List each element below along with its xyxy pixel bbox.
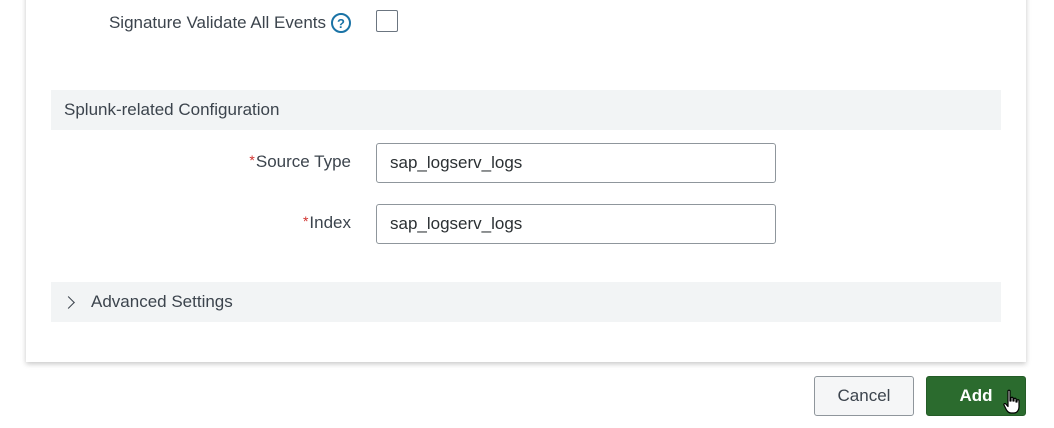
index-label-group: *Index (303, 213, 351, 233)
add-button[interactable]: Add (926, 376, 1026, 416)
source-type-row: *Source Type (26, 143, 1026, 183)
signature-validate-label-group: Signature Validate All Events ? (109, 13, 351, 33)
splunk-config-section-title: Splunk-related Configuration (64, 100, 280, 119)
advanced-settings-title: Advanced Settings (91, 292, 233, 311)
source-type-input[interactable] (376, 143, 776, 183)
form-panel: Signature Validate All Events ? Splunk-r… (26, 0, 1026, 362)
chevron-right-icon (62, 295, 75, 309)
index-label: Index (309, 213, 351, 232)
required-marker: * (302, 213, 309, 229)
index-input[interactable] (376, 204, 776, 244)
cancel-button[interactable]: Cancel (814, 376, 914, 416)
advanced-settings-toggle[interactable]: Advanced Settings (51, 282, 1001, 322)
splunk-config-section-header: Splunk-related Configuration (51, 90, 1001, 130)
signature-validate-row: Signature Validate All Events ? (26, 10, 1026, 38)
required-marker: * (249, 152, 255, 168)
help-icon[interactable]: ? (331, 13, 351, 33)
source-type-label-group: *Source Type (249, 152, 351, 172)
signature-validate-checkbox[interactable] (376, 10, 398, 32)
index-row: *Index (26, 204, 1026, 244)
add-input-page: Signature Validate All Events ? Splunk-r… (0, 0, 1054, 428)
signature-validate-label: Signature Validate All Events (108, 13, 326, 32)
source-type-label: Source Type (255, 152, 351, 171)
